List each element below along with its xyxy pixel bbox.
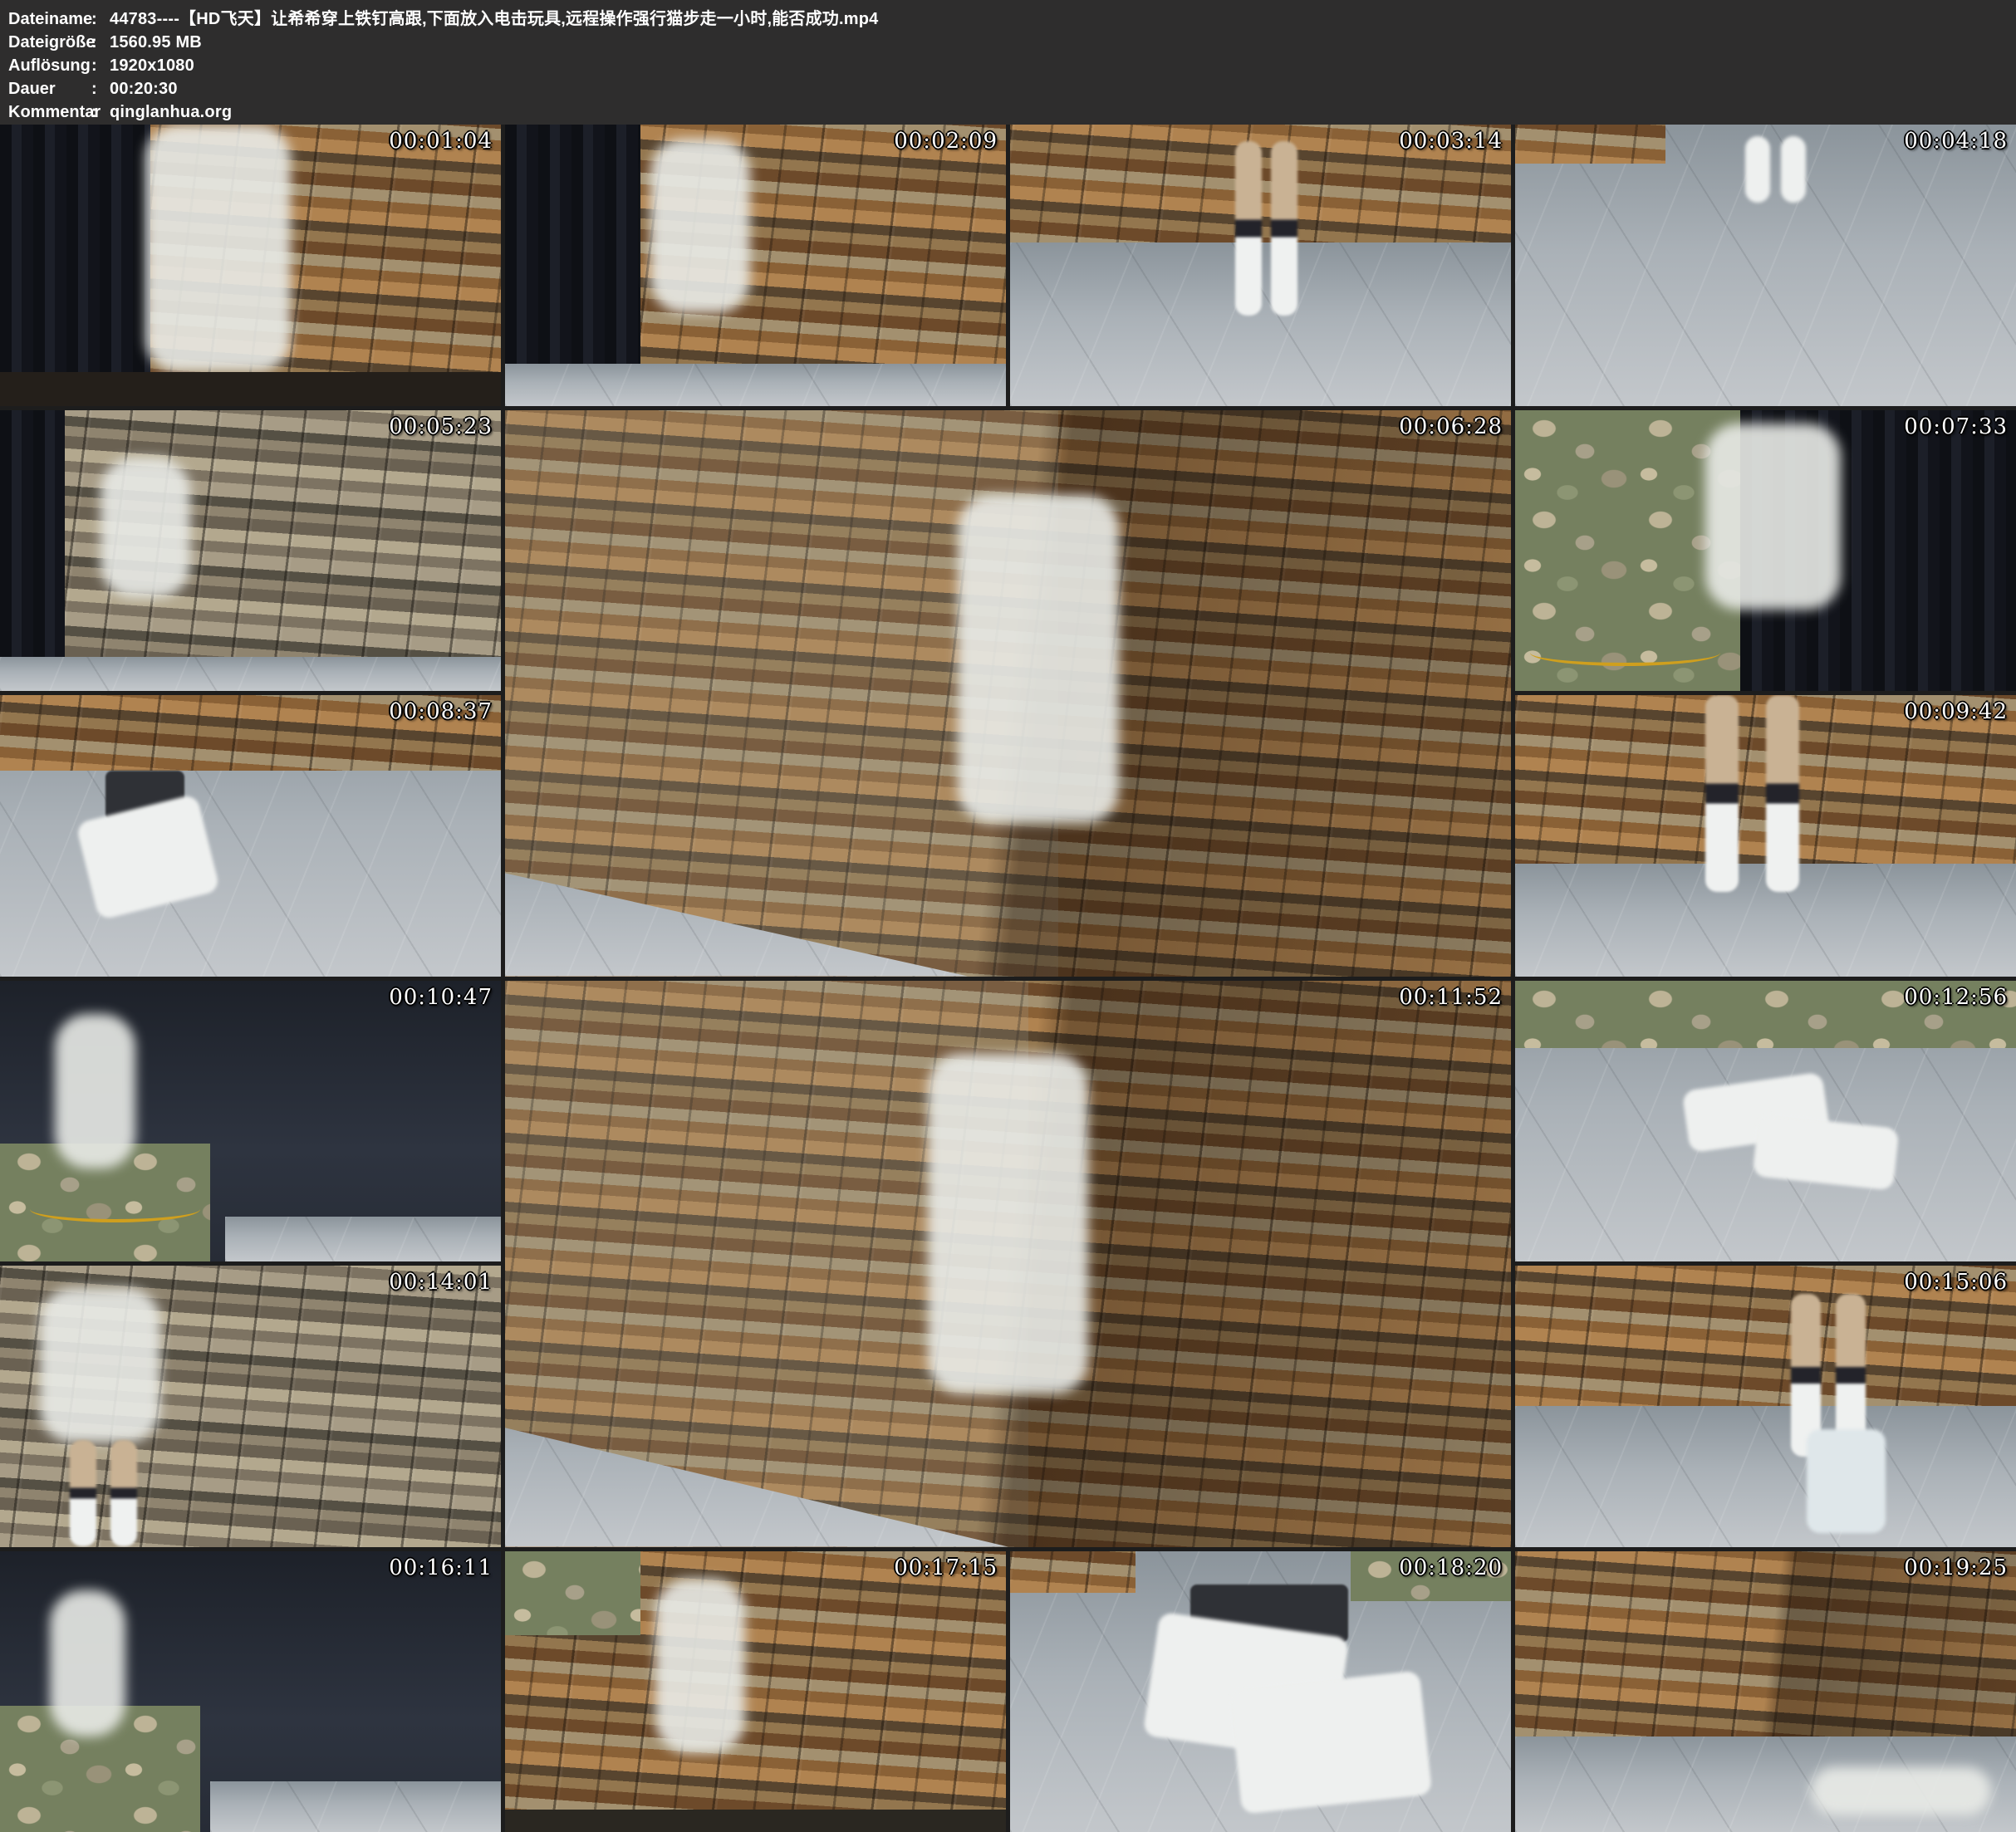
file-info-row: Dauer:00:20:30 — [8, 77, 2016, 100]
timestamp-overlay: 00:18:20 — [1399, 1555, 1503, 1580]
video-thumbnail-large[interactable]: 00:11:52 — [505, 981, 1511, 1547]
timestamp-overlay: 00:11:52 — [1399, 985, 1503, 1010]
video-thumbnail[interactable]: 00:02:09 — [505, 125, 1006, 406]
light-clothing-highlight — [958, 495, 1119, 824]
leg-sock-marker — [1766, 695, 1799, 892]
video-thumbnail[interactable]: 00:07:33 — [1515, 410, 2016, 692]
timestamp-overlay: 00:09:42 — [1904, 699, 2008, 724]
stone-wall-placeholder — [0, 410, 501, 692]
video-thumbnail[interactable]: 00:14:01 — [0, 1266, 501, 1547]
timestamp-overlay: 00:06:28 — [1399, 414, 1503, 439]
field-value-resolution: 1920x1080 — [110, 56, 194, 75]
field-label: Kommentar — [8, 100, 91, 124]
video-thumbnail[interactable]: 00:09:42 — [1515, 695, 2016, 977]
video-thumbnail-large[interactable]: 00:06:28 — [505, 410, 1511, 977]
timestamp-overlay: 00:05:23 — [389, 414, 493, 439]
video-thumbnail[interactable]: 00:01:04 — [0, 125, 501, 406]
field-separator: : — [91, 77, 110, 100]
field-separator: : — [91, 31, 110, 54]
sock-marker — [1745, 136, 1770, 203]
brick-wall-placeholder — [1515, 125, 1665, 164]
dark-floor-strip — [0, 372, 501, 406]
sock-marker — [1781, 136, 1806, 203]
leg-sock-marker — [70, 1440, 96, 1547]
video-thumbnail[interactable]: 00:05:23 — [0, 410, 501, 692]
sock-marker — [1229, 1671, 1432, 1815]
light-clothing-highlight — [40, 1288, 160, 1443]
thumbnail-grid: 00:01:04 00:02:09 00:03:14 00:04:18 00:0… — [0, 125, 2016, 1832]
timestamp-overlay: 00:10:47 — [389, 985, 493, 1010]
dark-area-placeholder — [0, 125, 150, 406]
file-info-row: Kommentar:qinglanhua.org — [8, 100, 2016, 124]
floor-placeholder — [505, 364, 1006, 406]
leg-sock-marker — [1235, 141, 1262, 316]
yellow-cable-marker — [1530, 639, 1720, 666]
video-thumbnail[interactable]: 00:18:20 — [1010, 1551, 1511, 1832]
field-label: Dateigröße — [8, 31, 91, 54]
light-clothing-highlight — [145, 125, 291, 372]
floor-placeholder — [225, 1217, 501, 1261]
floor-placeholder — [1515, 1406, 2016, 1546]
light-clothing-highlight — [1811, 1767, 1991, 1815]
white-boot-marker — [1807, 1429, 1886, 1533]
light-clothing-highlight — [101, 458, 191, 598]
video-thumbnail[interactable]: 00:15:06 — [1515, 1266, 2016, 1547]
field-separator: : — [91, 54, 110, 77]
file-info-row: Dateiname:44783----【HD飞天】让希希穿上铁钉高跟,下面放入电… — [8, 7, 2016, 31]
yellow-cable-marker — [30, 1196, 200, 1222]
field-value-filesize: 1560.95 MB — [110, 33, 202, 51]
timestamp-overlay: 00:04:18 — [1904, 129, 2008, 154]
curtain-placeholder — [0, 410, 65, 692]
leg-sock-marker — [1705, 695, 1739, 892]
field-label: Dateiname — [8, 7, 91, 31]
floor-placeholder — [0, 657, 501, 691]
light-clothing-highlight — [928, 1054, 1089, 1394]
video-thumbnail[interactable]: 00:17:15 — [505, 1551, 1006, 1832]
leg-sock-marker — [1271, 141, 1297, 316]
timestamp-overlay: 00:14:01 — [389, 1270, 493, 1295]
field-value-duration: 00:20:30 — [110, 80, 178, 98]
file-info-header: Dateiname:44783----【HD飞天】让希希穿上铁钉高跟,下面放入电… — [0, 0, 2016, 125]
video-thumbnail[interactable]: 00:10:47 — [0, 981, 501, 1262]
field-separator: : — [91, 100, 110, 124]
timestamp-overlay: 00:19:25 — [1904, 1555, 2008, 1580]
pebble-wall-placeholder — [505, 1551, 640, 1636]
light-clothing-highlight — [55, 1014, 135, 1168]
timestamp-overlay: 00:15:06 — [1904, 1270, 2008, 1295]
timestamp-overlay: 00:12:56 — [1904, 985, 2008, 1010]
video-thumbnail[interactable]: 00:08:37 — [0, 695, 501, 977]
brick-wall-placeholder — [1010, 1551, 1136, 1594]
video-thumbnail[interactable]: 00:04:18 — [1515, 125, 2016, 406]
timestamp-overlay: 00:16:11 — [389, 1555, 493, 1580]
timestamp-overlay: 00:02:09 — [894, 129, 998, 154]
file-info-row: Dateigröße:1560.95 MB — [8, 31, 2016, 54]
timestamp-overlay: 00:03:14 — [1399, 129, 1503, 154]
timestamp-overlay: 00:01:04 — [389, 129, 493, 154]
file-info-row: Auflösung:1920x1080 — [8, 54, 2016, 77]
timestamp-overlay: 00:08:37 — [389, 699, 493, 724]
field-value-filename: 44783----【HD飞天】让希希穿上铁钉高跟,下面放入电击玩具,远程操作强行… — [110, 10, 879, 28]
light-clothing-highlight — [1705, 424, 1841, 609]
field-value-comment: qinglanhua.org — [110, 103, 232, 121]
field-label: Auflösung — [8, 54, 91, 77]
video-thumbnail[interactable]: 00:12:56 — [1515, 981, 2016, 1262]
video-thumbnail[interactable]: 00:03:14 — [1010, 125, 1511, 406]
floor-placeholder — [210, 1781, 501, 1832]
field-label: Dauer — [8, 77, 91, 100]
light-clothing-highlight — [50, 1590, 125, 1736]
timestamp-overlay: 00:17:15 — [894, 1555, 998, 1580]
light-clothing-highlight — [655, 1579, 746, 1753]
timestamp-overlay: 00:07:33 — [1904, 414, 2008, 439]
video-thumbnail[interactable]: 00:19:25 — [1515, 1551, 2016, 1832]
leg-sock-marker — [110, 1440, 137, 1547]
light-clothing-highlight — [650, 139, 751, 313]
video-thumbnail[interactable]: 00:16:11 — [0, 1551, 501, 1832]
field-separator: : — [91, 7, 110, 31]
dark-floor-strip — [505, 1810, 1006, 1832]
